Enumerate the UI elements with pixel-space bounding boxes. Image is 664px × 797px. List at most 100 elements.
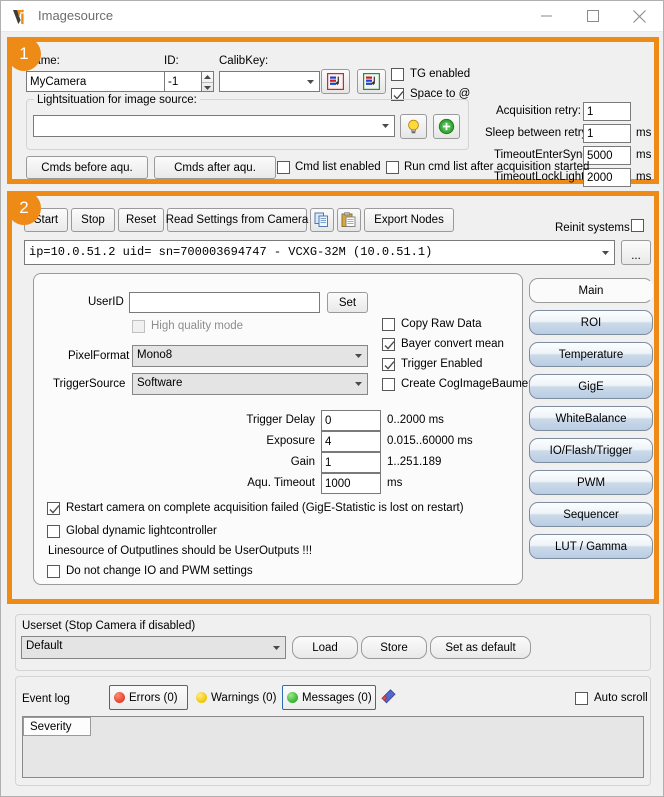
- userset-combo[interactable]: Default: [21, 636, 286, 659]
- trigger-enabled-label: Trigger Enabled: [401, 358, 483, 370]
- acquisition-retry-input[interactable]: [583, 102, 631, 121]
- reinit-systems-checkbox[interactable]: [631, 219, 644, 232]
- warnings-filter-button[interactable]: Warnings (0): [191, 685, 289, 710]
- tab-sequencer[interactable]: Sequencer: [529, 502, 653, 527]
- maximize-icon[interactable]: [570, 1, 616, 31]
- userid-input[interactable]: [129, 292, 320, 313]
- chevron-down-icon: [602, 250, 609, 255]
- tab-whitebalance[interactable]: WhiteBalance: [529, 406, 653, 431]
- id-label: ID:: [164, 55, 179, 67]
- tab-roi[interactable]: ROI: [529, 310, 653, 335]
- tab-pwm[interactable]: PWM: [529, 470, 653, 495]
- read-settings-button[interactable]: Read Settings from Camera: [166, 208, 308, 232]
- triggersource-value: Software: [137, 377, 183, 389]
- exposure-label: Exposure: [266, 435, 315, 447]
- device-browse-button[interactable]: ...: [621, 240, 651, 265]
- trigger-enabled-checkbox[interactable]: [382, 358, 395, 371]
- camera-name-input[interactable]: [26, 71, 170, 92]
- cmds-after-button[interactable]: Cmds after aqu.: [154, 156, 276, 179]
- section-image-source: Name: ID: CalibKey:: [7, 37, 659, 187]
- tab-main[interactable]: Main: [529, 278, 653, 303]
- pixelformat-combo[interactable]: Mono8: [132, 345, 368, 367]
- add-green-plus-icon[interactable]: [433, 114, 460, 139]
- cmd-list-enabled-checkbox[interactable]: [277, 161, 290, 174]
- create-cogimagebaumer-label: Create CogImageBaumer: [401, 378, 533, 390]
- set-userid-button[interactable]: Set: [327, 292, 368, 313]
- timeout-entersync-label: TimeoutEnterSync:: [494, 149, 592, 161]
- tg-enabled-checkbox[interactable]: [391, 68, 404, 81]
- no-io-pwm-label: Do not change IO and PWM settings: [66, 565, 253, 577]
- minimize-icon[interactable]: [524, 1, 570, 31]
- triggersource-combo[interactable]: Software: [132, 373, 368, 395]
- calibkey-combo[interactable]: [219, 71, 320, 92]
- global-lightcontroller-label: Global dynamic lightcontroller: [66, 525, 217, 537]
- run-cmd-list-checkbox[interactable]: [386, 161, 399, 174]
- export-nodes-button[interactable]: Export Nodes: [364, 208, 454, 232]
- userset-set-default-button[interactable]: Set as default: [430, 636, 531, 659]
- gain-input[interactable]: [321, 452, 381, 473]
- aqu-timeout-input[interactable]: [321, 473, 381, 494]
- userset-load-button[interactable]: Load: [292, 636, 358, 659]
- title-bar: Imagesource: [1, 1, 663, 32]
- userset-store-button[interactable]: Store: [361, 636, 427, 659]
- paste-icon[interactable]: [337, 208, 361, 232]
- exposure-input[interactable]: [321, 431, 381, 452]
- window-title: Imagesource: [38, 8, 114, 23]
- lightsituation-combo[interactable]: [33, 115, 395, 137]
- userset-value: Default: [26, 640, 63, 652]
- high-quality-mode-checkbox[interactable]: [132, 320, 145, 333]
- import-calib-green-icon[interactable]: [357, 69, 386, 94]
- copy-icon[interactable]: [310, 208, 334, 232]
- tab-temperature[interactable]: Temperature: [529, 342, 653, 367]
- triggersource-label: TriggerSource: [53, 378, 126, 390]
- import-calib-red-icon[interactable]: [321, 69, 350, 94]
- trigger-delay-input[interactable]: [321, 410, 381, 431]
- sleep-between-retry-input[interactable]: [583, 124, 631, 143]
- chevron-down-icon: [355, 354, 362, 358]
- section-camera-settings: Start Stop Reset Read Settings from Came…: [7, 191, 659, 604]
- sleep-between-retry-label: Sleep between retry:: [485, 127, 591, 139]
- cmds-before-button[interactable]: Cmds before aqu.: [26, 156, 148, 179]
- userset-group-label: Userset (Stop Camera if disabled): [22, 620, 196, 632]
- tab-io-flash-trigger[interactable]: IO/Flash/Trigger: [529, 438, 653, 463]
- tab-gige[interactable]: GigE: [529, 374, 653, 399]
- eventlog-title: Event log: [22, 693, 70, 705]
- pixelformat-value: Mono8: [137, 349, 173, 361]
- bayer-convert-mean-checkbox[interactable]: [382, 338, 395, 351]
- messages-label: Messages (0): [302, 691, 372, 704]
- copy-raw-data-checkbox[interactable]: [382, 318, 395, 331]
- chevron-down-icon: [355, 382, 362, 386]
- sleep-between-retry-unit: ms: [636, 127, 652, 139]
- auto-scroll-label: Auto scroll: [594, 692, 648, 704]
- reset-button[interactable]: Reset: [118, 208, 164, 232]
- stop-button[interactable]: Stop: [71, 208, 115, 232]
- lightbulb-icon[interactable]: [400, 114, 427, 139]
- restart-camera-checkbox[interactable]: [47, 502, 60, 515]
- timeout-locklight-input[interactable]: [583, 168, 631, 187]
- reinit-systems-label: Reinit systems: [555, 222, 630, 234]
- warning-dot-icon: [196, 692, 207, 703]
- chevron-down-icon: [382, 124, 389, 128]
- camera-id-spinner[interactable]: [201, 71, 214, 92]
- chevron-down-icon: [273, 645, 280, 650]
- global-lightcontroller-checkbox[interactable]: [47, 525, 60, 538]
- errors-filter-button[interactable]: Errors (0): [109, 685, 188, 710]
- calibkey-label: CalibKey:: [219, 55, 269, 67]
- pixelformat-label: PixelFormat: [68, 350, 130, 362]
- gain-label: Gain: [290, 456, 315, 468]
- acquisition-retry-label: Acquisition retry:: [496, 105, 582, 117]
- cmd-list-enabled-label: Cmd list enabled: [295, 161, 381, 173]
- no-io-pwm-checkbox[interactable]: [47, 565, 60, 578]
- eventlog-grid[interactable]: Severity: [22, 716, 644, 778]
- messages-filter-button[interactable]: Messages (0): [282, 685, 376, 710]
- tab-lut-gamma[interactable]: LUT / Gamma: [529, 534, 653, 559]
- close-icon[interactable]: [616, 1, 662, 31]
- copy-raw-data-label: Copy Raw Data: [401, 318, 482, 330]
- device-combo[interactable]: ip=10.0.51.2 uid= sn=700003694747 - VCXG…: [24, 240, 615, 265]
- eventlog-column-severity[interactable]: Severity: [23, 717, 91, 736]
- gain-range: 1..251.189: [387, 456, 442, 468]
- timeout-entersync-input[interactable]: [583, 146, 631, 165]
- eraser-icon[interactable]: [379, 688, 397, 706]
- create-cogimagebaumer-checkbox[interactable]: [382, 378, 395, 391]
- auto-scroll-checkbox[interactable]: [575, 692, 588, 705]
